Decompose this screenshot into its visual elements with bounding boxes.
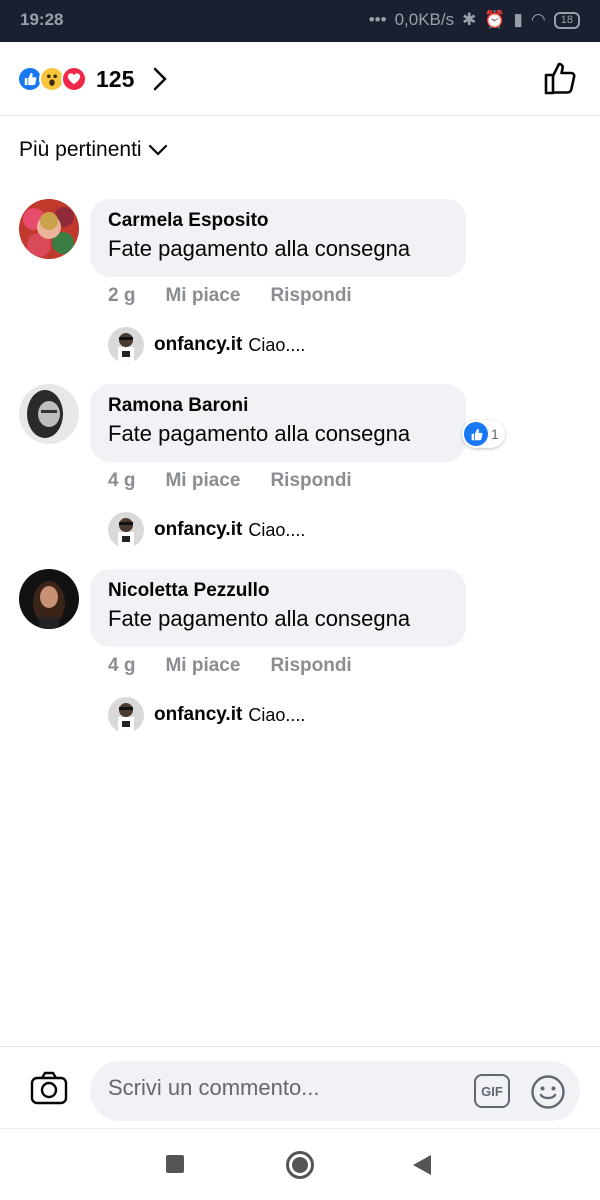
reactions-summary[interactable] <box>17 66 87 92</box>
reply-preview[interactable]: onfancy.it Ciao.... <box>108 697 305 733</box>
reactions-header: 125 <box>0 42 600 116</box>
comments-sheet: 125 Più pertinenti Carmela Esposito Fate… <box>0 42 600 1200</box>
avatar[interactable] <box>19 199 79 259</box>
reply-avatar <box>108 697 144 733</box>
reply-preview[interactable]: onfancy.it Ciao.... <box>108 327 305 363</box>
reply-link[interactable]: Rispondi <box>270 285 351 307</box>
comment-author[interactable]: Ramona Baroni <box>108 394 448 418</box>
comment-time: 2 g <box>108 285 136 306</box>
bluetooth-icon: ✱ <box>462 10 477 29</box>
comment-actions: 2 g Mi piace Rispondi <box>108 285 352 307</box>
alarm-icon: ⏰ <box>484 10 506 29</box>
like-icon <box>464 422 488 446</box>
comment-text: Fate pagamento alla consegna <box>108 421 411 446</box>
reaction-badge-count: 1 <box>491 426 499 442</box>
sort-label: Più pertinenti <box>19 138 142 161</box>
camera-icon[interactable] <box>30 1071 68 1105</box>
back-button[interactable] <box>413 1155 431 1175</box>
reply-author[interactable]: onfancy.it <box>154 519 242 541</box>
comment-input-container: GIF <box>90 1061 580 1121</box>
more-dots-icon: ••• <box>368 10 387 29</box>
avatar[interactable] <box>19 569 79 629</box>
signal-icon: ▮ <box>513 10 523 29</box>
reply-link[interactable]: Rispondi <box>270 470 351 492</box>
reply-avatar <box>108 327 144 363</box>
emoji-icon[interactable] <box>530 1074 566 1110</box>
network-speed: 0,0KB/s <box>394 10 455 29</box>
like-button[interactable] <box>542 60 578 96</box>
reply-text: Ciao.... <box>248 519 306 540</box>
reaction-count[interactable]: 125 <box>96 66 134 93</box>
comment-text: Fate pagamento alla consegna <box>108 606 411 631</box>
reply-avatar <box>108 512 144 548</box>
reply-author[interactable]: onfancy.it <box>154 334 242 356</box>
like-link[interactable]: Mi piace <box>165 655 240 677</box>
status-time: 19:28 <box>20 10 64 29</box>
reply-author[interactable]: onfancy.it <box>154 704 242 726</box>
reply-link[interactable]: Rispondi <box>270 655 351 677</box>
comment-bubble[interactable]: Carmela Esposito Fate pagamento alla con… <box>90 199 466 277</box>
wifi-icon: ◠ <box>530 10 546 29</box>
reply-text: Ciao.... <box>248 704 306 725</box>
comment-bubble[interactable]: Ramona Baroni Fate pagamento alla conseg… <box>90 384 466 462</box>
status-icons: ••• 0,0KB/s ✱ ⏰ ▮ ◠ 18 <box>369 10 580 30</box>
comment-text: Fate pagamento alla consegna <box>108 236 411 261</box>
home-button[interactable] <box>286 1151 314 1179</box>
chevron-right-icon[interactable] <box>152 66 168 92</box>
gif-button[interactable]: GIF <box>474 1074 510 1108</box>
comment-composer: GIF <box>0 1046 600 1130</box>
recents-button[interactable] <box>166 1155 184 1173</box>
comment-bubble[interactable]: Nicoletta Pezzullo Fate pagamento alla c… <box>90 569 466 647</box>
status-bar: 19:28 ••• 0,0KB/s ✱ ⏰ ▮ ◠ 18 <box>0 0 600 42</box>
comment-time: 4 g <box>108 655 136 676</box>
avatar[interactable] <box>19 384 79 444</box>
comment-author[interactable]: Carmela Esposito <box>108 209 448 233</box>
chevron-down-icon <box>148 144 167 156</box>
reply-preview[interactable]: onfancy.it Ciao.... <box>108 512 305 548</box>
comment-actions: 4 g Mi piace Rispondi <box>108 655 352 677</box>
love-icon <box>61 66 87 92</box>
comment-actions: 4 g Mi piace Rispondi <box>108 470 352 492</box>
comment-input[interactable] <box>108 1075 458 1101</box>
sort-dropdown[interactable]: Più pertinenti <box>19 138 168 162</box>
like-link[interactable]: Mi piace <box>165 470 240 492</box>
reply-text: Ciao.... <box>248 334 306 355</box>
battery-icon: 18 <box>553 11 580 29</box>
comment-author[interactable]: Nicoletta Pezzullo <box>108 579 448 603</box>
comment-time: 4 g <box>108 470 136 491</box>
comment-reaction-badge[interactable]: 1 <box>462 420 505 448</box>
system-nav-bar <box>0 1128 600 1200</box>
like-link[interactable]: Mi piace <box>165 285 240 307</box>
